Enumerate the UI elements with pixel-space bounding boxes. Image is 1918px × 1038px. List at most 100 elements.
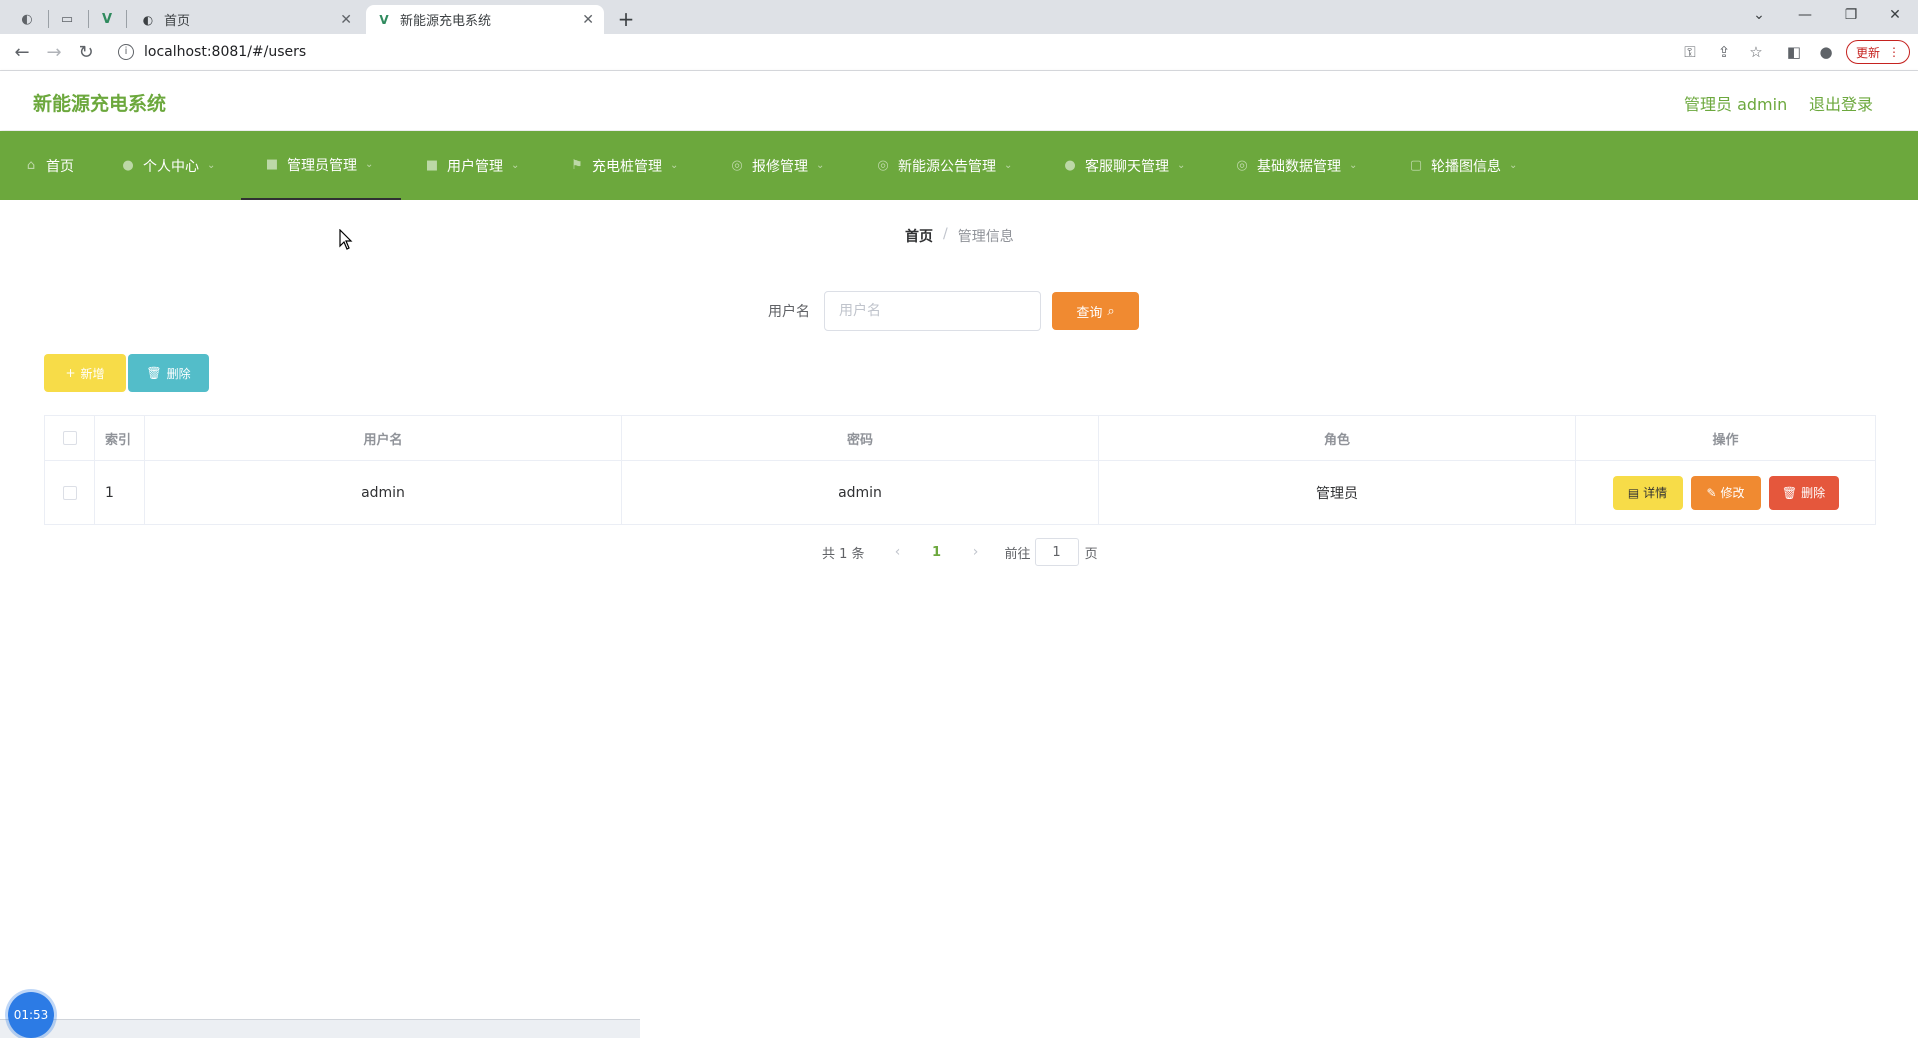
- data-icon: ◎: [1236, 158, 1248, 173]
- address-bar[interactable]: i localhost:8081/#/users: [108, 38, 1688, 66]
- chevron-down-icon: ⌄: [816, 160, 825, 171]
- browser-tab-active[interactable]: V 新能源充电系统 ✕: [366, 5, 604, 34]
- side-panel-icon[interactable]: ◧: [1784, 42, 1804, 62]
- goto-label: 前往: [1004, 546, 1031, 562]
- row-checkbox[interactable]: [62, 485, 77, 500]
- search-label: 用户名: [768, 304, 810, 320]
- update-button[interactable]: 更新 ⋮: [1846, 40, 1910, 64]
- breadcrumb-home[interactable]: 首页: [905, 226, 933, 246]
- menu-item-label: 用户管理: [447, 158, 503, 175]
- edit-button[interactable]: ✎ 修改: [1690, 475, 1761, 510]
- pinned-tab-vue[interactable]: V: [92, 6, 122, 32]
- plus-icon: +: [65, 366, 76, 380]
- menu-item-label: 报修管理: [752, 158, 808, 175]
- globe-icon: ◐: [21, 11, 33, 27]
- menu-item-label: 客服聊天管理: [1085, 158, 1169, 175]
- query-button[interactable]: 查询 ⌕: [1052, 292, 1139, 330]
- reload-button[interactable]: ↻: [72, 38, 100, 66]
- close-icon[interactable]: ✕: [340, 12, 352, 28]
- chevron-down-icon: ⌄: [365, 159, 374, 170]
- add-button[interactable]: + 新增: [44, 354, 126, 392]
- share-icon[interactable]: ⇪: [1714, 42, 1734, 62]
- chevron-down-icon: ⌄: [207, 160, 216, 171]
- menu-item-admin[interactable]: ■ 管理员管理 ⌄: [241, 131, 401, 200]
- status-bar: [0, 1019, 640, 1038]
- add-label: 新增: [80, 366, 105, 381]
- edit-icon: ✎: [1706, 485, 1717, 500]
- tab-separator: [48, 10, 49, 28]
- chevron-down-icon: ⌄: [1177, 160, 1186, 171]
- recording-timer: 01:53: [8, 992, 54, 1038]
- page-icon: ▭: [60, 11, 74, 27]
- row-delete-button[interactable]: 🗑 删除: [1768, 475, 1839, 510]
- column-header-username: 用户名: [145, 416, 622, 460]
- menu-item-users[interactable]: ■ 用户管理 ⌄: [425, 131, 520, 200]
- back-button[interactable]: ←: [8, 38, 36, 66]
- select-all-checkbox[interactable]: [62, 431, 77, 445]
- key-icon[interactable]: ⚿: [1680, 42, 1700, 62]
- goto-page-input[interactable]: [1034, 538, 1079, 566]
- home-icon: ⌂: [26, 158, 36, 173]
- mouse-cursor-icon: [339, 229, 353, 250]
- chevron-down-icon: ⌄: [1004, 160, 1013, 171]
- column-header-password: 密码: [622, 416, 1099, 460]
- chevron-down-icon: ⌄: [1509, 160, 1518, 171]
- window-close-button[interactable]: ✕: [1872, 0, 1918, 30]
- tab-search-button[interactable]: ⌄: [1736, 0, 1782, 30]
- browser-tabstrip: ◐ ▭ V ◐ 首页 ✕ V 新能源充电系统 ✕ + ⌄ — ❐ ✕: [0, 0, 1918, 34]
- restore-button[interactable]: ❐: [1828, 0, 1874, 30]
- username-search-input[interactable]: [824, 291, 1041, 331]
- update-label: 更新: [1855, 45, 1880, 60]
- vue-icon: V: [379, 12, 389, 27]
- pinned-tab-blank[interactable]: ▭: [52, 6, 82, 32]
- admin-table: 索引 用户名 密码 角色 操作 1 admin admin 管理员 ▤ 详情 ✎…: [44, 415, 1876, 525]
- prev-page-button[interactable]: ‹: [883, 544, 913, 560]
- browser-tab-home[interactable]: ◐ 首页 ✕: [130, 5, 362, 34]
- menu-item-chargers[interactable]: ⚑ 充电桩管理 ⌄: [570, 131, 678, 200]
- star-icon[interactable]: ☆: [1746, 42, 1766, 62]
- profile-icon[interactable]: ●: [1816, 42, 1836, 62]
- chat-icon: ●: [1064, 158, 1076, 173]
- search-icon: ⌕: [1107, 303, 1115, 319]
- menu-item-base-data[interactable]: ◎ 基础数据管理 ⌄: [1235, 131, 1357, 200]
- reload-icon: ↻: [78, 41, 94, 63]
- forward-button[interactable]: →: [40, 38, 68, 66]
- minimize-button[interactable]: —: [1782, 0, 1828, 30]
- notice-icon: ◎: [877, 158, 889, 173]
- carousel-icon: ▢: [1409, 158, 1423, 173]
- menu-item-label: 基础数据管理: [1257, 158, 1341, 175]
- menu-item-chat[interactable]: ● 客服聊天管理 ⌄: [1063, 131, 1185, 200]
- menu-item-home[interactable]: ⌂ 首页: [24, 131, 74, 200]
- detail-button[interactable]: ▤ 详情: [1612, 475, 1683, 510]
- tab-title: 新能源充电系统: [400, 14, 492, 29]
- close-icon[interactable]: ✕: [582, 12, 594, 28]
- flag-icon: ⚑: [571, 158, 583, 173]
- cell-role: 管理员: [1099, 461, 1576, 524]
- row-select[interactable]: [45, 461, 95, 524]
- cell-username: admin: [145, 461, 622, 524]
- menu-item-notices[interactable]: ◎ 新能源公告管理 ⌄: [876, 131, 1012, 200]
- menu-item-label: 管理员管理: [287, 157, 357, 174]
- menu-item-label: 新能源公告管理: [898, 158, 996, 175]
- app-header: 新能源充电系统 管理员 admin 退出登录: [0, 71, 1918, 130]
- column-header-role: 角色: [1099, 416, 1576, 460]
- menu-item-repairs[interactable]: ◎ 报修管理 ⌄: [730, 131, 824, 200]
- logout-link[interactable]: 退出登录: [1809, 91, 1873, 115]
- cell-actions: ▤ 详情 ✎ 修改 🗑 删除: [1576, 461, 1875, 524]
- breadcrumb-separator: /: [943, 226, 948, 242]
- table-row: 1 admin admin 管理员 ▤ 详情 ✎ 修改 🗑 删除: [45, 461, 1875, 524]
- minimize-icon: —: [1798, 7, 1812, 23]
- menu-item-profile[interactable]: ● 个人中心 ⌄: [121, 131, 215, 200]
- admin-icon: ■: [265, 157, 279, 172]
- users-icon: ■: [425, 158, 439, 173]
- new-tab-button[interactable]: +: [612, 6, 640, 32]
- batch-delete-button[interactable]: 🗑 删除: [128, 354, 209, 392]
- next-page-button[interactable]: ›: [961, 544, 991, 560]
- menu-item-carousel[interactable]: ▢ 轮播图信息 ⌄: [1409, 131, 1518, 200]
- page-number[interactable]: 1: [913, 545, 961, 560]
- cell-password: admin: [622, 461, 1099, 524]
- menu-item-label: 首页: [46, 158, 74, 175]
- info-icon[interactable]: i: [118, 44, 134, 60]
- pinned-tab-globe[interactable]: ◐: [12, 6, 42, 32]
- header-select-all[interactable]: [45, 416, 95, 460]
